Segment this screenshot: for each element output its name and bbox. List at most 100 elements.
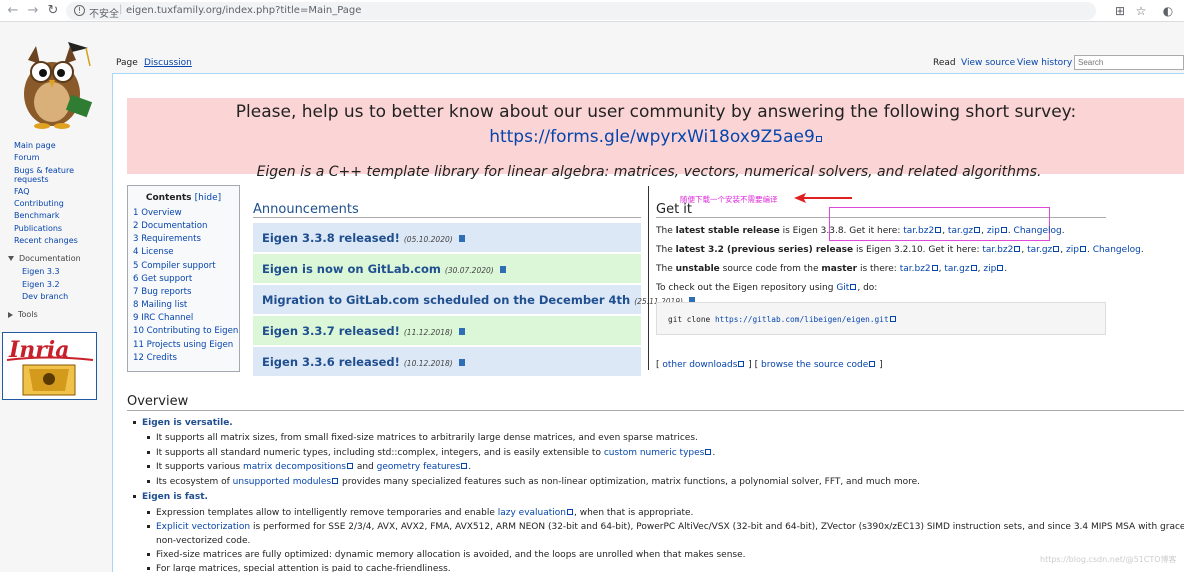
sidebar-item-bugs-requests[interactable]: requests: [14, 175, 49, 185]
toc-item-overview[interactable]: 1 Overview: [133, 208, 182, 218]
tab-page[interactable]: Page: [116, 58, 138, 68]
unsupported-modules-link[interactable]: unsupported modules: [233, 477, 332, 487]
geometry-features-link[interactable]: geometry features: [377, 462, 461, 472]
browse-source-link[interactable]: browse the source code: [761, 360, 868, 370]
sidebar-item-faq[interactable]: FAQ: [14, 187, 30, 197]
download-zip-link[interactable]: zip: [983, 264, 996, 274]
toc-item-requirements[interactable]: 3 Requirements: [133, 234, 201, 244]
git-clone-code-block[interactable]: git clone https://gitlab.com/libeigen/ei…: [656, 302, 1106, 335]
sidebar-documentation-header[interactable]: Documentation: [8, 254, 81, 263]
announcement-item[interactable]: Eigen 3.3.7 released! (11.12.2018): [253, 316, 641, 345]
url-text[interactable]: eigen.tuxfamily.org/index.php?title=Main…: [126, 5, 361, 16]
text: It supports various: [156, 462, 243, 472]
partner-logos[interactable]: Inria: [2, 332, 97, 400]
address-bar[interactable]: ! 不安全 | eigen.tuxfamily.org/index.php?ti…: [66, 2, 1096, 20]
announcements-rule: [253, 217, 641, 218]
forward-icon[interactable]: →: [25, 3, 41, 19]
survey-link-text[interactable]: https://forms.gle/wpyrxWi18ox9Z5ae9: [489, 127, 815, 147]
list-item: Its ecosystem of unsupported modules pro…: [147, 477, 920, 487]
translate-icon[interactable]: ⊞: [1112, 3, 1128, 19]
git-link[interactable]: Git: [836, 283, 849, 293]
toc-item-get-support[interactable]: 6 Get support: [133, 274, 192, 284]
external-link-icon: [346, 463, 353, 469]
download-tar-bz2-link[interactable]: tar.bz2: [982, 245, 1013, 255]
announcement-item[interactable]: Eigen is now on GitLab.com (30.07.2020): [253, 254, 641, 283]
text: It supports all matrix sizes, from small…: [156, 433, 698, 443]
sidebar-tools-header[interactable]: Tools: [8, 310, 38, 319]
custom-numeric-types-link[interactable]: custom numeric types: [604, 448, 705, 458]
sidebar-item-benchmark[interactable]: Benchmark: [14, 211, 60, 221]
text: Its ecosystem of: [156, 477, 233, 487]
matrix-decompositions-link[interactable]: matrix decompositions: [243, 462, 346, 472]
download-tar-gz-link[interactable]: tar.gz: [944, 264, 969, 274]
text: .: [1004, 264, 1008, 274]
code-command: git clone: [668, 315, 715, 324]
sidebar-item-eigen-3-2[interactable]: Eigen 3.2: [22, 280, 60, 290]
announcement-item[interactable]: Migration to GitLab.com scheduled on the…: [253, 285, 696, 314]
download-tar-bz2-link[interactable]: tar.bz2: [900, 264, 931, 274]
sidebar-item-dev-branch[interactable]: Dev branch: [22, 292, 68, 302]
owl-logo[interactable]: [10, 36, 98, 130]
tools-label: Tools: [18, 310, 38, 319]
announcement-title[interactable]: Eigen 3.3.6 released!: [262, 355, 400, 369]
tab-read[interactable]: Read: [933, 58, 956, 68]
list-item: It supports various matrix decomposition…: [147, 462, 471, 472]
document-icon: [458, 359, 465, 366]
toc-item-contributing[interactable]: 10 Contributing to Eigen: [133, 326, 238, 336]
announcement-title[interactable]: Eigen 3.3.7 released!: [262, 324, 400, 338]
external-link-icon: [889, 316, 896, 322]
toc-item-credits[interactable]: 12 Credits: [133, 353, 177, 363]
versatile-heading: Eigen is versatile.: [142, 418, 233, 428]
list-item: It supports all matrix sizes, from small…: [147, 433, 698, 443]
changelog-link[interactable]: Changelog: [1014, 226, 1062, 236]
other-downloads-link[interactable]: other downloads: [662, 360, 737, 370]
download-tar-bz2-link[interactable]: tar.bz2: [903, 226, 934, 236]
toc-hide-toggle[interactable]: [hide]: [195, 193, 221, 203]
tab-discussion[interactable]: Discussion: [144, 58, 192, 68]
toc-item-projects[interactable]: 11 Projects using Eigen: [133, 340, 233, 350]
tab-view-history[interactable]: View history: [1017, 58, 1072, 68]
star-icon[interactable]: ☆: [1133, 3, 1149, 19]
download-zip-link[interactable]: zip: [987, 226, 1000, 236]
announcement-item[interactable]: Eigen 3.3.8 released! (05.10.2020): [253, 223, 641, 252]
survey-link[interactable]: https://forms.gle/wpyrxWi18ox9Z5ae9: [127, 127, 1184, 147]
explicit-vectorization-link[interactable]: Explicit vectorization: [156, 522, 250, 532]
lazy-evaluation-link[interactable]: lazy evaluation: [498, 508, 566, 518]
back-icon[interactable]: ←: [5, 3, 21, 19]
sidebar-item-eigen-3-3[interactable]: Eigen 3.3: [22, 267, 60, 277]
tab-view-source[interactable]: View source: [961, 58, 1015, 68]
list-item-continuation: non-vectorized code.: [156, 536, 251, 546]
reload-icon[interactable]: ↻: [45, 3, 61, 19]
announcement-title[interactable]: Migration to GitLab.com scheduled on the…: [262, 293, 630, 307]
announcement-item[interactable]: Eigen 3.3.6 released! (10.12.2018): [253, 347, 641, 376]
sidebar-item-contributing[interactable]: Contributing: [14, 199, 64, 209]
toc-item-documentation[interactable]: 2 Documentation: [133, 221, 207, 231]
overview-heading: Overview: [127, 394, 189, 409]
announcement-date: (11.12.2018): [403, 328, 453, 337]
toc-item-mailing-list[interactable]: 8 Mailing list: [133, 300, 187, 310]
main-content: Please, help us to better know about our…: [112, 73, 1184, 572]
toc-item-license[interactable]: 4 License: [133, 247, 174, 257]
repository-url-link[interactable]: https://gitlab.com/libeigen/eigen.git: [715, 315, 889, 324]
sidebar-item-recent-changes[interactable]: Recent changes: [14, 236, 78, 246]
search-input[interactable]: [1074, 55, 1184, 70]
announcement-title[interactable]: Eigen is now on GitLab.com: [262, 262, 441, 276]
sidebar-item-publications[interactable]: Publications: [14, 224, 62, 234]
toc-item-bug-reports[interactable]: 7 Bug reports: [133, 287, 191, 297]
profile-icon[interactable]: ◐: [1160, 3, 1176, 19]
page-tabs: Page Discussion Read View source View hi…: [112, 52, 1184, 74]
announcement-title[interactable]: Eigen 3.3.8 released!: [262, 231, 400, 245]
changelog-link[interactable]: Changelog: [1093, 245, 1141, 255]
sidebar-item-main-page[interactable]: Main page: [14, 141, 56, 151]
document-icon: [499, 266, 506, 273]
toc-item-compiler-support[interactable]: 5 Compiler support: [133, 261, 216, 271]
download-zip-link[interactable]: zip: [1066, 245, 1079, 255]
external-link-icon: [1079, 246, 1086, 252]
table-of-contents: Contents [hide] 1 Overview 2 Documentati…: [127, 185, 240, 372]
sidebar-item-forum[interactable]: Forum: [14, 153, 39, 163]
download-tar-gz-link[interactable]: tar.gz: [1027, 245, 1052, 255]
toc-item-irc-channel[interactable]: 9 IRC Channel: [133, 313, 193, 323]
browser-toolbar: ← → ↻ ! 不安全 | eigen.tuxfamily.org/index.…: [0, 0, 1184, 22]
download-tar-gz-link[interactable]: tar.gz: [948, 226, 973, 236]
list-item: Eigen is versatile.: [133, 418, 233, 428]
